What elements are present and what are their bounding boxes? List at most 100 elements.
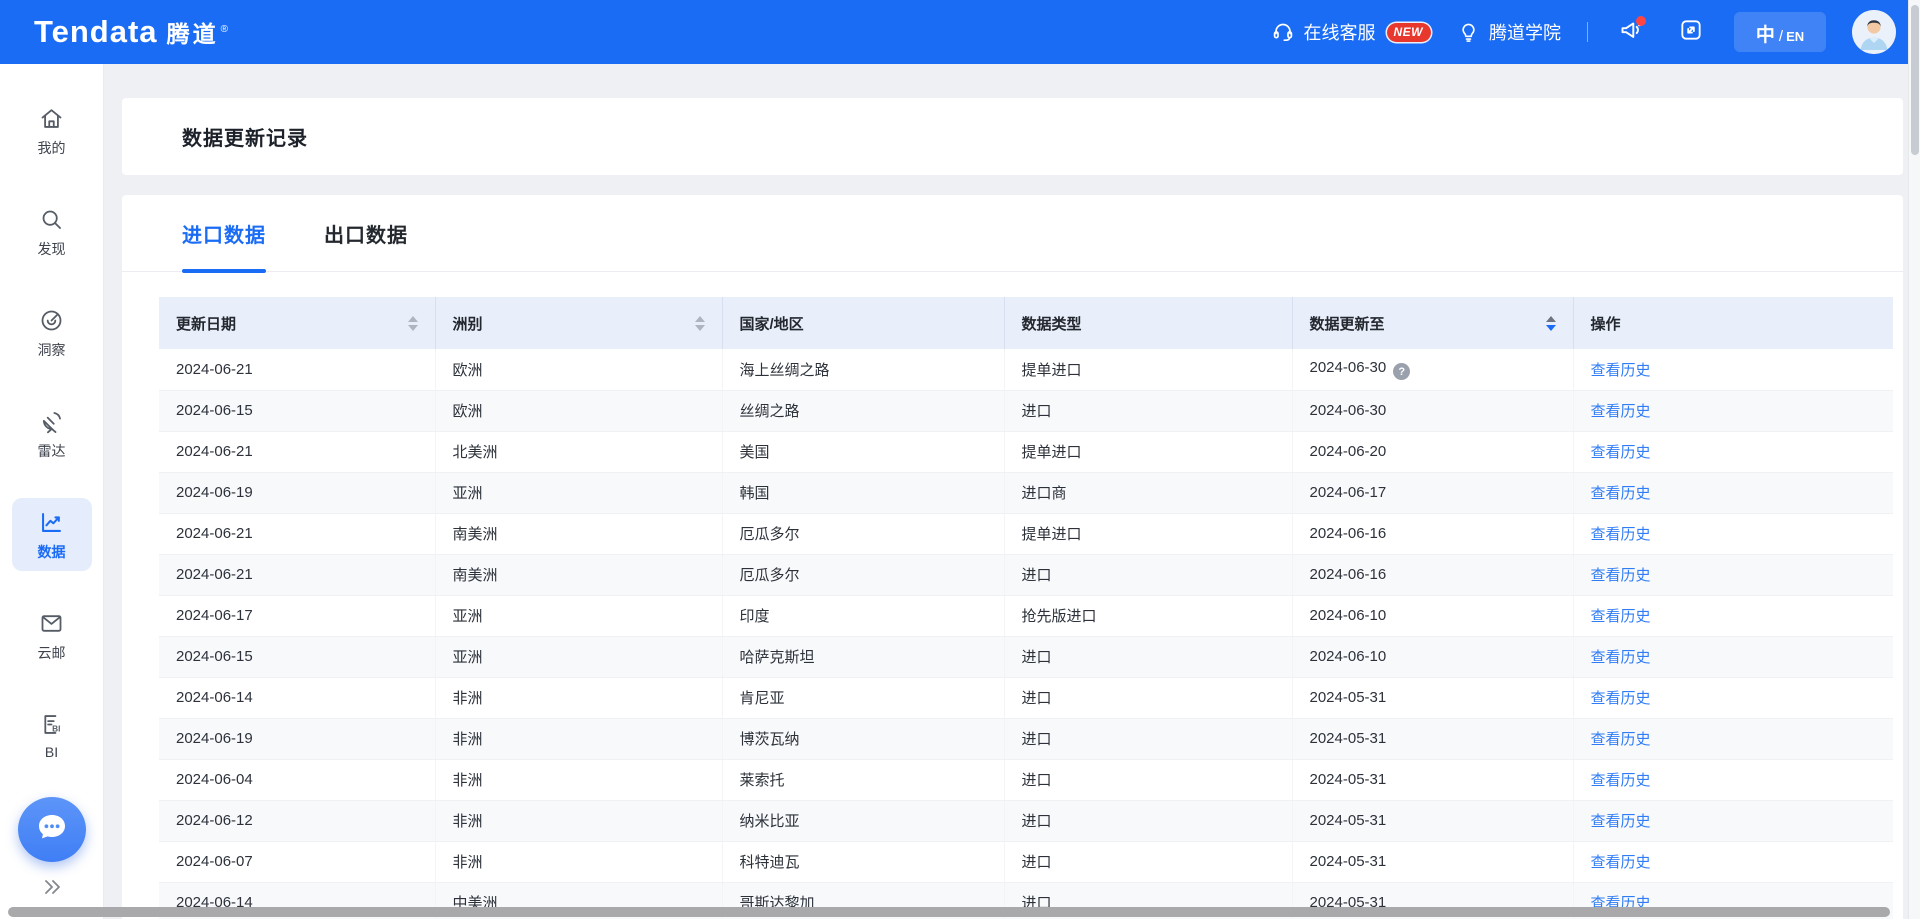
view-history-link[interactable]: 查看历史 — [1591, 362, 1651, 379]
cell-data-type: 进口 — [1004, 841, 1292, 882]
view-history-link[interactable]: 查看历史 — [1591, 813, 1651, 830]
sidebar-item-discover[interactable]: 发现 — [12, 195, 92, 268]
view-history-link[interactable]: 查看历史 — [1591, 403, 1651, 420]
cell-continent: 南美洲 — [435, 554, 722, 595]
table-row: 2024-06-04 非洲 莱索托 进口 2024-05-31? 查看历史 — [159, 759, 1893, 800]
chat-fab[interactable] — [18, 797, 86, 862]
cell-updated-to: 2024-06-17? — [1292, 472, 1573, 513]
cell-continent: 非洲 — [435, 718, 722, 759]
fullscreen-button[interactable] — [1674, 15, 1708, 49]
cell-data-type: 进口 — [1004, 390, 1292, 431]
search-icon — [38, 206, 65, 233]
sort-carets-icon[interactable] — [695, 316, 705, 331]
view-history-link[interactable]: 查看历史 — [1591, 526, 1651, 543]
cell-country: 纳米比亚 — [722, 800, 1004, 841]
view-history-link[interactable]: 查看历史 — [1591, 690, 1651, 707]
table-row: 2024-06-19 非洲 博茨瓦纳 进口 2024-05-31? 查看历史 — [159, 718, 1893, 759]
view-history-link[interactable]: 查看历史 — [1591, 567, 1651, 584]
cell-actions: 查看历史 — [1573, 718, 1893, 759]
svg-text:BI: BI — [52, 723, 60, 733]
table-body: 2024-06-21 欧洲 海上丝绸之路 提单进口 2024-06-30? 查看… — [159, 349, 1893, 919]
cell-country: 肯尼亚 — [722, 677, 1004, 718]
cell-actions: 查看历史 — [1573, 677, 1893, 718]
cell-updated-to: 2024-06-30? — [1292, 349, 1573, 390]
sidebar-item-my[interactable]: 我的 — [12, 94, 92, 167]
tab-label: 出口数据 — [324, 219, 408, 248]
cell-continent: 亚洲 — [435, 636, 722, 677]
tab-export-data[interactable]: 出口数据 — [324, 195, 408, 271]
main-layout: 我的 发现 洞察 — [0, 64, 1908, 919]
cell-update-date: 2024-06-17 — [159, 595, 435, 636]
view-history-link[interactable]: 查看历史 — [1591, 772, 1651, 789]
table-wrapper: 更新日期 洲别 国家/地区 数据类型 — [159, 297, 1873, 919]
vertical-scrollbar-thumb[interactable] — [1911, 5, 1919, 155]
vertical-scrollbar[interactable] — [1908, 0, 1920, 919]
cell-country: 美国 — [722, 431, 1004, 472]
cell-data-type: 抢先版进口 — [1004, 595, 1292, 636]
sort-carets-icon[interactable] — [1546, 316, 1556, 331]
cell-updated-to: 2024-05-31? — [1292, 677, 1573, 718]
cell-continent: 欧洲 — [435, 390, 722, 431]
sidebar-item-data[interactable]: 数据 — [12, 498, 92, 571]
cell-update-date: 2024-06-15 — [159, 636, 435, 677]
column-update-date[interactable]: 更新日期 — [159, 297, 435, 349]
cell-country: 印度 — [722, 595, 1004, 636]
data-chart-icon — [38, 509, 65, 536]
online-service-link[interactable]: 在线客服 NEW — [1271, 19, 1432, 45]
help-icon[interactable]: ? — [1393, 363, 1410, 380]
cell-updated-to: 2024-05-31? — [1292, 759, 1573, 800]
column-data-type: 数据类型 — [1004, 297, 1292, 349]
tab-label: 进口数据 — [182, 219, 266, 248]
cell-continent: 欧洲 — [435, 349, 722, 390]
registered-mark: ® — [221, 24, 228, 35]
column-updated-to[interactable]: 数据更新至 — [1292, 297, 1573, 349]
sidebar-item-insight[interactable]: 洞察 — [12, 296, 92, 369]
headset-icon — [1271, 20, 1295, 44]
sidebar-label: 我的 — [38, 138, 66, 158]
table-row: 2024-06-19 亚洲 韩国 进口商 2024-06-17? 查看历史 — [159, 472, 1893, 513]
sidebar-expand-button[interactable] — [39, 878, 65, 901]
view-history-link[interactable]: 查看历史 — [1591, 731, 1651, 748]
cell-update-date: 2024-06-07 — [159, 841, 435, 882]
horizontal-scrollbar[interactable] — [0, 905, 1908, 919]
cell-actions: 查看历史 — [1573, 431, 1893, 472]
view-history-link[interactable]: 查看历史 — [1591, 854, 1651, 871]
cell-actions: 查看历史 — [1573, 513, 1893, 554]
view-history-link[interactable]: 查看历史 — [1591, 608, 1651, 625]
cell-actions: 查看历史 — [1573, 554, 1893, 595]
announcement-button[interactable] — [1614, 15, 1648, 49]
cell-actions: 查看历史 — [1573, 636, 1893, 677]
top-header: Tendata 腾道 ® 在线客服 NEW — [0, 0, 1908, 64]
cell-country: 哈萨克斯坦 — [722, 636, 1004, 677]
user-avatar[interactable] — [1852, 10, 1896, 54]
sidebar-item-radar[interactable]: 雷达 — [12, 397, 92, 470]
lang-separator: / — [1779, 28, 1783, 45]
notification-dot — [1636, 16, 1646, 26]
academy-link[interactable]: 腾道学院 — [1457, 19, 1561, 45]
data-tabs: 进口数据 出口数据 — [122, 195, 1903, 272]
cell-updated-to: 2024-06-20? — [1292, 431, 1573, 472]
cell-country: 科特迪瓦 — [722, 841, 1004, 882]
tab-import-data[interactable]: 进口数据 — [182, 195, 266, 271]
cell-update-date: 2024-06-21 — [159, 513, 435, 554]
view-history-link[interactable]: 查看历史 — [1591, 649, 1651, 666]
language-toggle[interactable]: 中 / EN — [1734, 12, 1826, 52]
header-nav: 在线客服 NEW 腾道学院 — [1271, 10, 1897, 54]
view-history-link[interactable]: 查看历史 — [1591, 485, 1651, 502]
academy-label: 腾道学院 — [1489, 19, 1561, 45]
cell-data-type: 提单进口 — [1004, 431, 1292, 472]
sidebar-item-cloudmail[interactable]: 云邮 — [12, 599, 92, 672]
header-divider — [1587, 22, 1588, 42]
cell-continent: 亚洲 — [435, 595, 722, 636]
radar-icon — [38, 408, 65, 435]
cell-actions: 查看历史 — [1573, 472, 1893, 513]
sort-carets-icon[interactable] — [408, 316, 418, 331]
cell-updated-to: 2024-06-10? — [1292, 595, 1573, 636]
table-row: 2024-06-21 南美洲 厄瓜多尔 提单进口 2024-06-16? 查看历… — [159, 513, 1893, 554]
sidebar-item-bi[interactable]: BI BI — [12, 700, 92, 769]
cell-country: 莱索托 — [722, 759, 1004, 800]
brand-logo[interactable]: Tendata 腾道 ® — [34, 14, 228, 50]
column-continent[interactable]: 洲别 — [435, 297, 722, 349]
horizontal-scrollbar-thumb[interactable] — [8, 907, 1890, 917]
view-history-link[interactable]: 查看历史 — [1591, 444, 1651, 461]
